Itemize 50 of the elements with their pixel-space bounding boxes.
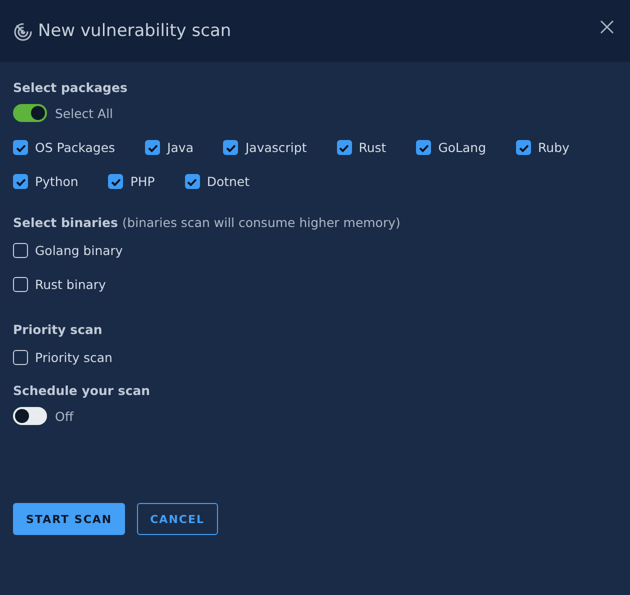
checkbox[interactable]: GoLang — [416, 138, 486, 157]
checkbox[interactable]: Java — [145, 138, 194, 157]
checkbox-label: Priority scan — [35, 350, 112, 365]
checkbox-box[interactable] — [13, 140, 28, 155]
start-button[interactable]: START SCAN — [13, 503, 126, 535]
section-heading: Select packages — [13, 80, 128, 95]
checkbox-box[interactable] — [184, 174, 200, 189]
checkbox[interactable]: Ruby — [516, 138, 570, 157]
checkbox[interactable]: OS Packages — [13, 138, 116, 157]
checkbox[interactable]: Rust binary — [13, 275, 617, 294]
checkbox[interactable]: Golang binary — [13, 241, 617, 260]
toggle-label: Select All — [55, 106, 114, 120]
checkbox-box[interactable] — [336, 140, 352, 155]
close-icon[interactable] — [600, 20, 614, 34]
toggle-label: Off — [55, 408, 74, 424]
checkbox[interactable]: Rust — [336, 138, 386, 157]
checkbox-box[interactable] — [13, 277, 28, 292]
section-heading: Priority scan — [13, 322, 104, 337]
checkbox-label: Python — [35, 174, 78, 189]
section-heading: Select binaries — [13, 215, 118, 230]
cancel-button[interactable]: CANCEL — [137, 503, 218, 535]
toggle-switch[interactable] — [13, 407, 47, 425]
checkbox[interactable]: Priority scan — [13, 348, 617, 367]
checkbox-box[interactable] — [13, 174, 28, 189]
checkbox[interactable]: PHP — [108, 172, 155, 191]
radar-icon — [13, 22, 33, 42]
toggle-switch[interactable] — [13, 104, 47, 122]
checkbox-box[interactable] — [145, 140, 160, 155]
checkbox-label: GoLang — [438, 140, 486, 155]
checkbox-box[interactable] — [416, 140, 432, 155]
checkbox[interactable]: Dotnet — [184, 172, 250, 191]
checkbox-box[interactable] — [13, 350, 28, 365]
checkbox-label: OS Packages — [35, 140, 116, 155]
dialog-title: New vulnerability scan — [38, 21, 232, 41]
checkbox-label: Ruby — [538, 140, 570, 155]
checkbox[interactable]: Python — [13, 172, 78, 191]
checkbox-label: PHP — [130, 174, 155, 189]
checkbox-label: Javascript — [245, 140, 307, 155]
checkbox-box[interactable] — [223, 140, 238, 155]
checkbox-label: Java — [167, 140, 194, 155]
checkbox-label: Golang binary — [35, 243, 123, 258]
section-heading: Schedule your scan — [13, 383, 152, 398]
section-note: (binaries scan will consume higher memory) — [122, 215, 400, 230]
checkbox-box[interactable] — [516, 140, 532, 155]
checkbox-box[interactable] — [13, 243, 28, 258]
checkbox-label: Dotnet — [206, 174, 250, 189]
checkbox-label: Rust binary — [35, 277, 106, 292]
checkbox-box[interactable] — [108, 174, 124, 189]
checkbox-label: Rust — [358, 140, 386, 155]
checkbox[interactable]: Javascript — [223, 138, 307, 157]
